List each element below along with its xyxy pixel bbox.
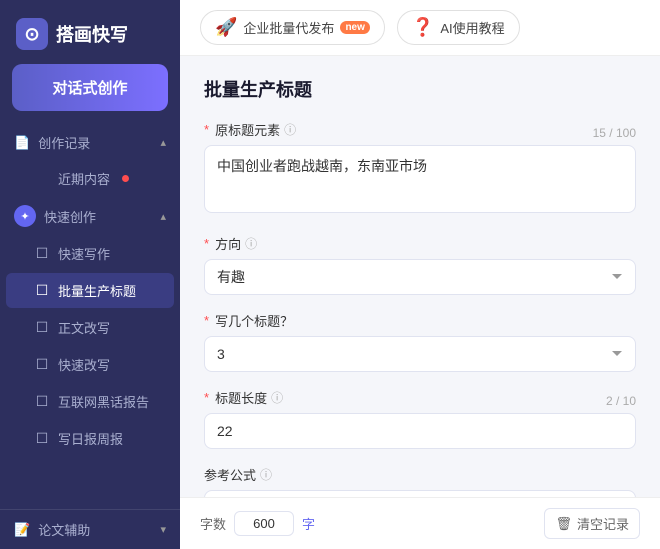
direction-select[interactable]: 有趣 专业 情感 干货 (204, 259, 636, 295)
quick-create-avatar: ✦ (14, 205, 36, 227)
word-count-unit: 字 (302, 514, 315, 533)
cta-label: 对话式创作 (52, 80, 127, 97)
required-star-4: * (204, 390, 209, 405)
notification-dot (122, 175, 129, 182)
batch-publish-button[interactable]: 🚀 企业批量代发布 new (200, 10, 385, 45)
title-length-label-text: 标题长度 (215, 388, 267, 407)
form-group-source-title: * 原标题元素 ⓘ 15 / 100 中国创业者跑战越南，东南亚市场 (204, 120, 636, 218)
ai-tutorial-label: AI使用教程 (440, 18, 504, 37)
cta-button[interactable]: 对话式创作 (12, 64, 168, 111)
quick-create-chevron: ▴ (160, 210, 166, 223)
formula-label: 参考公式 ⓘ (204, 465, 636, 484)
direction-label: * 方向 ⓘ (204, 234, 636, 253)
bottombar: 字数 字 🗑 清空记录 (180, 497, 660, 549)
sidebar-item-internet-report[interactable]: ☐ 互联网黑话报告 (6, 384, 174, 419)
content-area: 批量生产标题 * 原标题元素 ⓘ 15 / 100 中国创业者跑战越南，东南亚市… (180, 56, 660, 497)
new-badge: new (340, 21, 369, 34)
formula-label-text: 参考公式 (204, 465, 256, 484)
daily-report-icon: ☐ (34, 430, 50, 447)
thesis-label: 论文辅助 (38, 520, 90, 539)
quick-copy-label: 快速改写 (58, 355, 110, 374)
quick-copy-icon: ☐ (34, 356, 50, 373)
formula-select[interactable]: 细分人群+数字+结果 悬念式 对比式 问题式 (204, 490, 636, 497)
text-rewrite-label: 正文改写 (58, 318, 110, 337)
count-label-text: 写几个标题？ (215, 311, 293, 330)
required-star-1: * (204, 122, 209, 137)
quick-create-label: 快速创作 (44, 207, 96, 226)
quick-write-icon: ☐ (34, 245, 50, 262)
source-title-info-icon[interactable]: ⓘ (284, 121, 296, 138)
sidebar-item-batch-title[interactable]: ☐ 批量生产标题 (6, 273, 174, 308)
chevron-icon: ▴ (160, 136, 166, 149)
direction-info-icon[interactable]: ⓘ (245, 235, 257, 252)
source-title-textarea[interactable]: 中国创业者跑战越南，东南亚市场 (204, 145, 636, 213)
title-length-info-icon[interactable]: ⓘ (271, 389, 283, 406)
text-rewrite-icon: ☐ (34, 319, 50, 336)
ai-tutorial-icon: ❓ (412, 17, 434, 38)
form-group-direction: * 方向 ⓘ 有趣 专业 情感 干货 (204, 234, 636, 295)
required-star-3: * (204, 313, 209, 328)
ai-tutorial-button[interactable]: ❓ AI使用教程 (397, 10, 520, 45)
source-title-char-count: 15 / 100 (593, 126, 636, 140)
clear-label: 清空记录 (577, 514, 629, 533)
internet-report-label: 互联网黑话报告 (58, 392, 149, 411)
count-select[interactable]: 1 2 3 5 10 (204, 336, 636, 372)
source-title-label-text: 原标题元素 (215, 120, 280, 139)
title-length-label: * 标题长度 ⓘ (204, 388, 283, 407)
creation-records-icon: 📄 (14, 135, 30, 151)
topbar: 🚀 企业批量代发布 new ❓ AI使用教程 (180, 0, 660, 56)
logo-text: 搭画快写 (56, 21, 128, 47)
recent-label: 近期内容 (58, 169, 110, 188)
thesis-chevron: ▾ (160, 523, 166, 536)
batch-title-icon: ☐ (34, 282, 50, 299)
thesis-icon: 📝 (14, 522, 30, 538)
sidebar-item-recent[interactable]: 近期内容 (6, 161, 174, 196)
creation-records-label: 创作记录 (38, 133, 90, 152)
form-group-formula: 参考公式 ⓘ 细分人群+数字+结果 悬念式 对比式 问题式 (204, 465, 636, 497)
title-length-input[interactable] (204, 413, 636, 449)
form-group-title-length: * 标题长度 ⓘ 2 / 10 (204, 388, 636, 449)
clear-icon: 🗑 (555, 516, 572, 532)
logo-icon: ⊙ (16, 18, 48, 50)
batch-publish-label: 企业批量代发布 (243, 18, 334, 37)
batch-publish-icon: 🚀 (215, 17, 237, 38)
batch-title-label: 批量生产标题 (58, 281, 136, 300)
sidebar-item-text-rewrite[interactable]: ☐ 正文改写 (6, 310, 174, 345)
word-count-label: 字数 (200, 514, 226, 533)
internet-report-icon: ☐ (34, 393, 50, 410)
sidebar-item-quick-write[interactable]: ☐ 快速写作 (6, 236, 174, 271)
logo: ⊙ 搭画快写 (0, 0, 180, 64)
title-length-char-count: 2 / 10 (606, 394, 636, 408)
direction-label-text: 方向 (215, 234, 241, 253)
count-label: * 写几个标题？ (204, 311, 636, 330)
word-count-input[interactable] (234, 511, 294, 536)
sidebar-item-daily-report[interactable]: ☐ 写日报周报 (6, 421, 174, 456)
title-length-label-row: * 标题长度 ⓘ 2 / 10 (204, 388, 636, 413)
page-title: 批量生产标题 (204, 76, 636, 102)
required-star-2: * (204, 236, 209, 251)
sidebar-item-quick-copy[interactable]: ☐ 快速改写 (6, 347, 174, 382)
sidebar-section-thesis[interactable]: 📝 论文辅助 ▾ (0, 509, 180, 549)
sidebar: ⊙ 搭画快写 对话式创作 📄 创作记录 ▴ 近期内容 ✦ 快速创作 ▴ ☐ 快速… (0, 0, 180, 549)
form-group-count: * 写几个标题？ 1 2 3 5 10 (204, 311, 636, 372)
formula-info-icon[interactable]: ⓘ (260, 466, 272, 483)
source-title-label: * 原标题元素 ⓘ (204, 120, 296, 139)
sidebar-section-quick-create[interactable]: ✦ 快速创作 ▴ (0, 197, 180, 235)
daily-report-label: 写日报周报 (58, 429, 123, 448)
source-title-label-row: * 原标题元素 ⓘ 15 / 100 (204, 120, 636, 145)
clear-button[interactable]: 🗑 清空记录 (544, 508, 640, 539)
quick-write-label: 快速写作 (58, 244, 110, 263)
main-area: 🚀 企业批量代发布 new ❓ AI使用教程 批量生产标题 * 原标题元素 ⓘ … (180, 0, 660, 549)
sidebar-section-creation-records[interactable]: 📄 创作记录 ▴ (0, 125, 180, 160)
